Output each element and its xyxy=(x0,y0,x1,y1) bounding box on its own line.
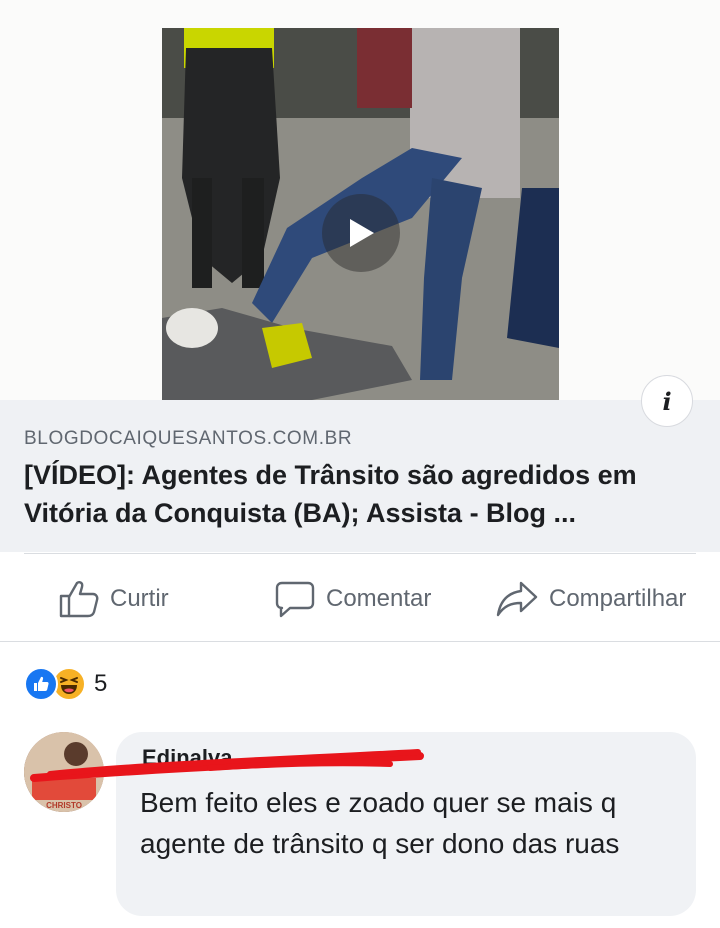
like-reaction-icon xyxy=(24,667,58,701)
share-icon xyxy=(495,579,539,619)
divider xyxy=(24,553,696,554)
like-label: Curtir xyxy=(110,585,169,612)
link-title[interactable]: [VÍDEO]: Agentes de Trânsito são agredid… xyxy=(24,456,704,532)
comment-text: Bem feito eles e zoado quer se mais q ag… xyxy=(140,787,620,859)
comment-icon xyxy=(274,579,316,619)
comment-label: Comentar xyxy=(326,585,432,612)
comment-button[interactable]: Comentar xyxy=(274,572,431,626)
info-icon: i xyxy=(662,386,672,416)
share-label: Compartilhar xyxy=(549,585,687,612)
play-button[interactable] xyxy=(322,194,400,272)
redaction-scribble xyxy=(30,749,424,782)
share-button[interactable]: Compartilhar xyxy=(495,572,686,626)
divider xyxy=(0,641,720,642)
avatar-text: CHRISTO xyxy=(46,801,82,810)
link-domain: BLOGDOCAIQUESANTOS.COM.BR xyxy=(24,428,353,449)
reaction-count: 5 xyxy=(94,670,108,697)
reactions-summary[interactable]: 5 xyxy=(24,667,107,701)
like-button[interactable]: Curtir xyxy=(58,572,169,626)
info-button[interactable]: i xyxy=(641,375,693,427)
play-icon xyxy=(350,219,374,247)
thumbs-up-icon xyxy=(58,579,100,619)
